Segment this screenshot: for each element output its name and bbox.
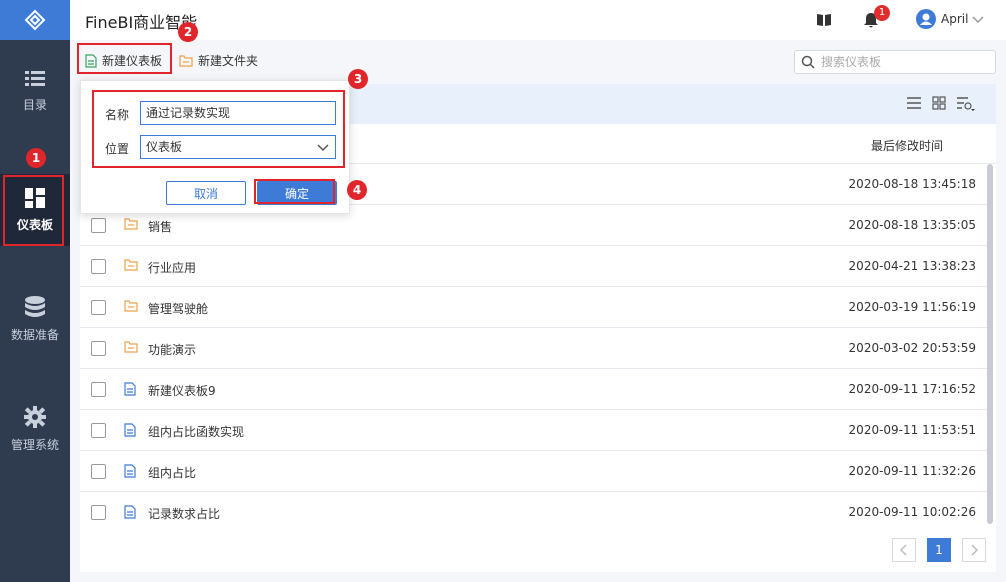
sidebar-item-data-prep[interactable]: 数据准备 [0, 296, 70, 366]
step-callout: 1 [26, 148, 46, 168]
row-modified-time: 2020-09-11 11:32:26 [848, 464, 976, 478]
search-icon [801, 55, 815, 69]
new-folder-label: 新建文件夹 [198, 54, 259, 68]
highlight-confirm-button [254, 179, 335, 204]
row-checkbox[interactable] [91, 218, 106, 233]
highlight-new-dashboard [77, 43, 172, 74]
user-icon [920, 13, 932, 25]
row-modified-time: 2020-09-11 11:53:51 [848, 423, 976, 437]
row-name[interactable]: 组内占比函数实现 [148, 423, 244, 440]
row-modified-time: 2020-03-19 11:56:19 [848, 300, 976, 314]
row-checkbox[interactable] [91, 423, 106, 438]
table-row[interactable]: 管理驾驶舱 2020-03-19 11:56:19 [80, 287, 988, 328]
row-checkbox[interactable] [91, 464, 106, 479]
new-folder-button[interactable]: 新建文件夹 [179, 52, 258, 69]
row-name[interactable]: 销售 [148, 218, 172, 235]
database-icon [25, 296, 45, 317]
row-name[interactable]: 组内占比 [148, 464, 196, 481]
folder-icon [124, 300, 138, 312]
column-header-modified-time[interactable]: 最后修改时间 [871, 137, 943, 154]
dashboard-file-icon [124, 505, 136, 519]
row-name[interactable]: 功能演示 [148, 341, 196, 358]
row-name[interactable]: 管理驾驶舱 [148, 300, 208, 317]
folder-icon [124, 218, 138, 230]
next-page-button[interactable] [962, 538, 986, 562]
row-checkbox[interactable] [91, 382, 106, 397]
row-checkbox[interactable] [91, 300, 106, 315]
toolbar: 新建仪表板 新建文件夹 [70, 40, 1006, 84]
row-modified-time: 2020-09-11 10:02:26 [848, 505, 976, 519]
step-callout: 2 [178, 22, 198, 42]
scrollbar[interactable] [987, 164, 993, 524]
book-icon[interactable] [816, 13, 832, 27]
sidebar-item-label: 目录 [22, 98, 47, 112]
folder-icon [179, 54, 193, 67]
table-row[interactable]: 记录数求占比 2020-09-11 10:02:26 [80, 492, 988, 533]
list-icon [25, 71, 45, 86]
sidebar-item-admin[interactable]: 管理系统 [0, 406, 70, 476]
sort-icon[interactable] [956, 96, 976, 112]
row-name[interactable]: 记录数求占比 [148, 505, 220, 522]
sidebar-item-label: 数据准备 [10, 328, 59, 342]
avatar[interactable] [916, 9, 936, 29]
chevron-left-icon [900, 544, 907, 556]
highlight-dialog-fields [92, 90, 345, 168]
row-modified-time: 2020-03-02 20:53:59 [848, 341, 976, 355]
folder-icon [124, 341, 138, 353]
row-checkbox[interactable] [91, 505, 106, 520]
notification-badge: 1 [874, 5, 890, 21]
cancel-button[interactable]: 取消 [166, 181, 246, 205]
finebi-logo-icon [24, 9, 46, 31]
dashboard-file-icon [124, 423, 136, 437]
sidebar-item-catalog[interactable]: 目录 [0, 70, 70, 140]
dashboard-file-icon [124, 464, 136, 478]
row-name[interactable]: 行业应用 [148, 259, 196, 276]
search-input[interactable] [821, 55, 981, 69]
page-number-current[interactable]: 1 [927, 538, 951, 562]
row-name[interactable]: 新建仪表板9 [148, 382, 216, 399]
folder-icon [124, 259, 138, 271]
sidebar: 目录 仪表板 数据准备 管理系统 [0, 0, 70, 582]
row-modified-time: 2020-09-11 17:16:52 [848, 382, 976, 396]
step-callout: 3 [348, 69, 368, 89]
gear-icon [24, 406, 46, 428]
table-row[interactable]: 功能演示 2020-03-02 20:53:59 [80, 328, 988, 369]
table-row[interactable]: 行业应用 2020-04-21 13:38:23 [80, 246, 988, 287]
table-row[interactable]: 新建仪表板9 2020-09-11 17:16:52 [80, 369, 988, 410]
row-modified-time: 2020-08-18 13:45:18 [848, 177, 976, 191]
prev-page-button[interactable] [892, 538, 916, 562]
user-name[interactable]: April [941, 12, 968, 26]
step-callout: 4 [347, 180, 367, 200]
row-modified-time: 2020-04-21 13:38:23 [848, 259, 976, 273]
row-checkbox[interactable] [91, 341, 106, 356]
dashboard-file-icon [124, 382, 136, 396]
highlight-dashboard-nav [3, 175, 64, 246]
chevron-right-icon [971, 544, 978, 556]
search-box [794, 50, 996, 74]
table-row[interactable]: 组内占比 2020-09-11 11:32:26 [80, 451, 988, 492]
top-bar: FineBI商业智能 1 April [70, 0, 1006, 40]
logo[interactable] [0, 0, 70, 40]
grid-view-icon[interactable] [932, 96, 946, 110]
row-checkbox[interactable] [91, 259, 106, 274]
view-options [906, 96, 976, 112]
list-view-icon[interactable] [906, 96, 922, 110]
row-modified-time: 2020-08-18 13:35:05 [848, 218, 976, 232]
sidebar-item-label: 管理系统 [10, 438, 59, 452]
chevron-down-icon[interactable] [972, 16, 984, 24]
table-row[interactable]: 组内占比函数实现 2020-09-11 11:53:51 [80, 410, 988, 451]
